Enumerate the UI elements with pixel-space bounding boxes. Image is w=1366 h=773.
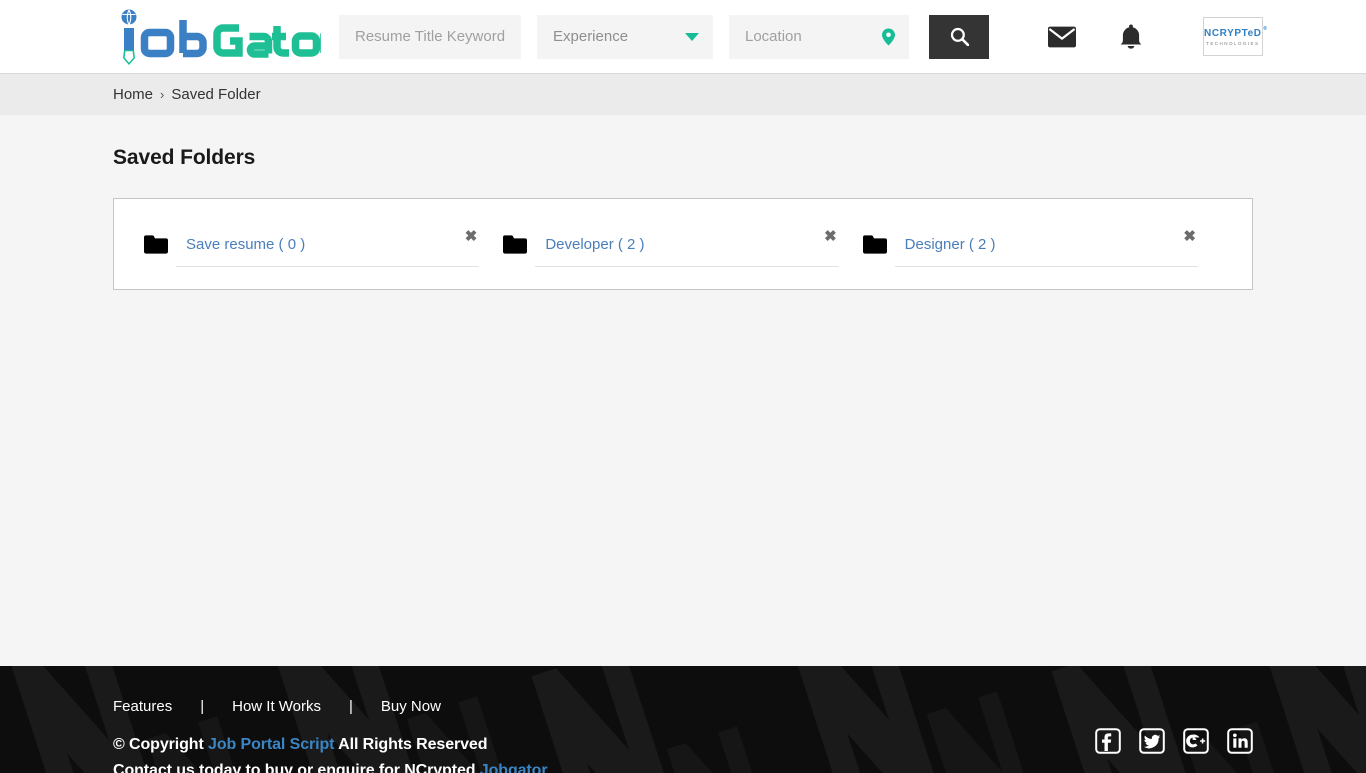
saved-folder-item: Save resume ( 0 ) ✖: [144, 218, 503, 270]
experience-select-value: Experience: [553, 28, 629, 45]
ncrypted-badge-name: NCRYPTeD ®: [1204, 25, 1268, 39]
page-title: Saved Folders: [113, 146, 256, 169]
folder-icon: [144, 234, 168, 254]
jobgator-logo-icon: [121, 9, 321, 65]
footer-nav-separator: |: [349, 698, 353, 715]
resume-keywords-input[interactable]: [339, 14, 521, 59]
job-portal-script-link[interactable]: Job Portal Script: [208, 736, 334, 753]
folder-divider: [176, 266, 480, 267]
header-action-icons: [1047, 24, 1143, 50]
registered-mark: ®: [1263, 25, 1268, 32]
folder-icon: [503, 234, 528, 254]
header-search-group: Experience: [339, 14, 989, 59]
breadcrumb-home-link[interactable]: Home: [113, 86, 153, 103]
contact-line: Contact us today to buy or enquire for N…: [113, 762, 1253, 773]
saved-folder-item: Developer ( 2 ) ✖: [503, 218, 862, 270]
remove-folder-button[interactable]: ✖: [1183, 229, 1196, 244]
twitter-icon[interactable]: [1139, 728, 1165, 754]
saved-folder-link[interactable]: Save resume ( 0 ): [186, 236, 305, 253]
ncrypted-badge-tagline: TECHNOLOGIES: [1206, 40, 1260, 46]
main-content: Saved Folders Save resume ( 0 ) ✖ Develo…: [0, 115, 1366, 666]
jobgator-link[interactable]: Jobgator: [480, 762, 548, 773]
linkedin-icon[interactable]: [1227, 728, 1253, 754]
chevron-down-icon: [685, 32, 699, 41]
remove-folder-button[interactable]: ✖: [824, 229, 837, 244]
site-footer: Features | How It Works | Buy Now © Copy…: [0, 666, 1366, 773]
footer-link-features[interactable]: Features: [113, 698, 172, 715]
bell-icon[interactable]: [1119, 24, 1143, 50]
breadcrumb-separator-icon: ›: [160, 87, 165, 102]
google-plus-icon[interactable]: [1183, 728, 1209, 754]
search-icon: [950, 27, 969, 46]
facebook-icon[interactable]: [1095, 728, 1121, 754]
copyright-prefix: © Copyright: [113, 736, 204, 753]
logo[interactable]: [113, 6, 321, 68]
footer-social-links: [1095, 728, 1253, 754]
folder-icon: [862, 234, 887, 254]
footer-nav-separator: |: [200, 698, 205, 715]
breadcrumb-current: Saved Folder: [171, 86, 261, 103]
folder-divider: [894, 266, 1198, 267]
saved-folder-item: Designer ( 2 ) ✖: [862, 218, 1222, 270]
envelope-icon[interactable]: [1047, 26, 1077, 48]
breadcrumb: Home › Saved Folder: [0, 74, 1366, 115]
location-pin-icon: [882, 28, 895, 45]
saved-folder-link[interactable]: Developer ( 2 ): [545, 236, 644, 253]
folder-divider: [535, 266, 839, 267]
experience-select[interactable]: Experience: [537, 14, 713, 59]
search-button[interactable]: [929, 14, 989, 59]
site-header: Experience: [0, 0, 1366, 74]
copyright-suffix: All Rights Reserved: [338, 736, 488, 753]
footer-link-buy-now[interactable]: Buy Now: [381, 698, 441, 715]
footer-link-how-it-works[interactable]: How It Works: [232, 698, 321, 715]
contact-prefix: Contact us today to buy or enquire for N…: [113, 762, 476, 773]
saved-folder-link[interactable]: Designer ( 2 ): [905, 236, 996, 253]
footer-nav: Features | How It Works | Buy Now: [113, 666, 1253, 715]
remove-folder-button[interactable]: ✖: [465, 229, 478, 244]
saved-folders-card: Save resume ( 0 ) ✖ Developer ( 2 ) ✖ De…: [113, 198, 1253, 290]
copyright-line: © Copyright Job Portal Script All Rights…: [113, 736, 1253, 754]
ncrypted-technologies-badge[interactable]: NCRYPTeD ® TECHNOLOGIES: [1203, 17, 1268, 56]
